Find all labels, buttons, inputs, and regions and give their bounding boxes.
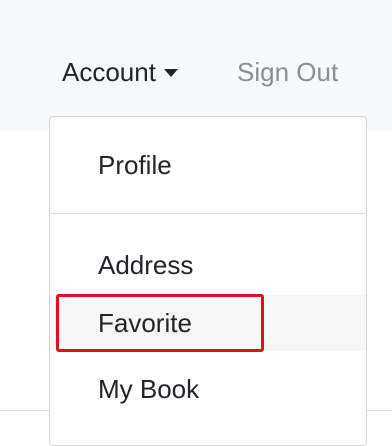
caret-down-icon	[163, 69, 178, 77]
dropdown-item-address[interactable]: Address	[50, 237, 366, 293]
navbar: Account Sign Out	[0, 0, 392, 130]
dropdown-item-my-book[interactable]: My Book	[50, 361, 366, 417]
dropdown-divider	[50, 213, 366, 214]
favorite-highlight-box	[56, 294, 264, 352]
account-dropdown-toggle[interactable]: Account	[62, 56, 178, 88]
sign-out-link[interactable]: Sign Out	[237, 56, 338, 88]
account-dropdown-menu: Profile Address Favorite My Book	[49, 116, 367, 446]
dropdown-item-profile[interactable]: Profile	[50, 137, 366, 193]
account-label: Account	[62, 57, 156, 87]
